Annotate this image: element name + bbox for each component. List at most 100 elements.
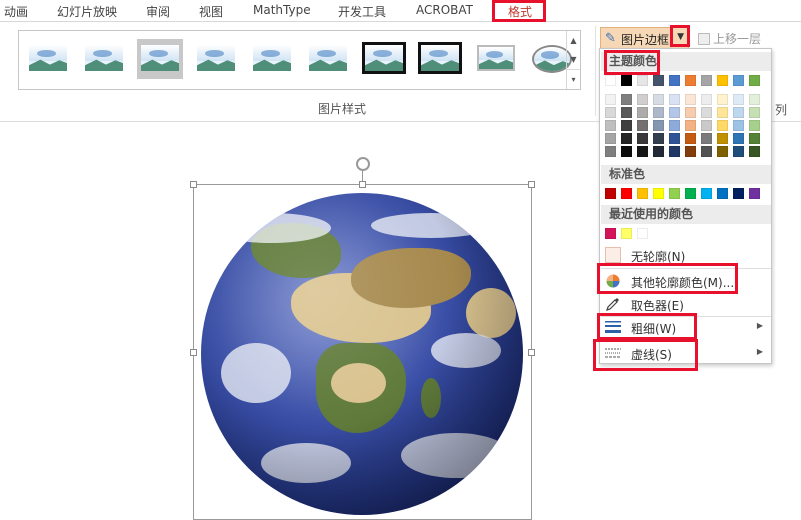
theme-shade-swatch[interactable]: [637, 146, 648, 157]
tab-slideshow[interactable]: 幻灯片放映: [57, 3, 117, 20]
theme-shade-swatch[interactable]: [605, 94, 616, 105]
theme-color-swatch[interactable]: [621, 75, 632, 86]
gallery-up-icon[interactable]: ▲: [567, 31, 580, 50]
theme-shade-swatch[interactable]: [717, 133, 728, 144]
theme-shade-swatch[interactable]: [669, 146, 680, 157]
theme-shade-swatch[interactable]: [685, 107, 696, 118]
theme-shade-swatch[interactable]: [733, 120, 744, 131]
picture-style-soft-edge[interactable]: [81, 39, 127, 79]
recent-color-swatch[interactable]: [621, 228, 632, 239]
theme-shade-swatch[interactable]: [749, 107, 760, 118]
recent-color-swatch[interactable]: [605, 228, 616, 239]
theme-shade-swatch[interactable]: [685, 94, 696, 105]
bring-forward-button[interactable]: 上移一层: [698, 30, 761, 47]
theme-shade-swatch[interactable]: [621, 146, 632, 157]
tab-animations[interactable]: 动画: [4, 3, 28, 20]
theme-shade-swatch[interactable]: [637, 133, 648, 144]
tab-mathtype[interactable]: MathType: [253, 3, 311, 17]
theme-shade-swatch[interactable]: [733, 133, 744, 144]
theme-color-swatch[interactable]: [605, 75, 616, 86]
theme-shade-swatch[interactable]: [637, 107, 648, 118]
theme-color-swatch[interactable]: [685, 75, 696, 86]
theme-shade-swatch[interactable]: [701, 120, 712, 131]
theme-shade-swatch[interactable]: [653, 120, 664, 131]
theme-color-swatch[interactable]: [701, 75, 712, 86]
theme-shade-swatch[interactable]: [653, 107, 664, 118]
standard-color-swatch[interactable]: [669, 188, 680, 199]
earth-globe-image[interactable]: [201, 193, 523, 515]
picture-style-reflected[interactable]: [193, 39, 239, 79]
standard-color-swatch[interactable]: [637, 188, 648, 199]
resize-handle-left[interactable]: [190, 349, 197, 356]
picture-style-reflected-rounded[interactable]: [249, 39, 295, 79]
theme-shade-swatch[interactable]: [701, 146, 712, 157]
theme-shade-swatch[interactable]: [637, 120, 648, 131]
standard-color-swatch[interactable]: [717, 188, 728, 199]
picture-style-black-matte[interactable]: [417, 39, 463, 79]
theme-shade-swatch[interactable]: [669, 133, 680, 144]
theme-shade-swatch[interactable]: [717, 120, 728, 131]
standard-color-swatch[interactable]: [653, 188, 664, 199]
resize-handle-right[interactable]: [528, 349, 535, 356]
tab-view[interactable]: 视图: [199, 3, 223, 20]
eyedropper-item[interactable]: 取色器(E): [601, 294, 771, 314]
picture-style-drop-shadow[interactable]: [137, 39, 183, 79]
gallery-more-icon[interactable]: ▾: [567, 69, 580, 88]
theme-shade-swatch[interactable]: [605, 107, 616, 118]
theme-color-swatch[interactable]: [653, 75, 664, 86]
standard-color-swatch[interactable]: [733, 188, 744, 199]
theme-shade-swatch[interactable]: [701, 94, 712, 105]
tab-developer[interactable]: 开发工具: [338, 3, 386, 20]
theme-shade-swatch[interactable]: [701, 107, 712, 118]
theme-shade-swatch[interactable]: [621, 107, 632, 118]
theme-color-swatch[interactable]: [669, 75, 680, 86]
theme-shade-swatch[interactable]: [653, 94, 664, 105]
picture-style-thick-black-frame[interactable]: [361, 39, 407, 79]
theme-shade-swatch[interactable]: [653, 133, 664, 144]
picture-style-simple-frame[interactable]: [25, 39, 71, 79]
theme-shade-swatch[interactable]: [685, 133, 696, 144]
standard-color-swatch[interactable]: [701, 188, 712, 199]
theme-shade-swatch[interactable]: [685, 146, 696, 157]
theme-shade-swatch[interactable]: [749, 94, 760, 105]
no-outline-item[interactable]: 无轮廓(N): [601, 245, 771, 265]
theme-color-swatch[interactable]: [749, 75, 760, 86]
standard-color-swatch[interactable]: [685, 188, 696, 199]
theme-shade-swatch[interactable]: [605, 120, 616, 131]
theme-shade-swatch[interactable]: [717, 94, 728, 105]
theme-shade-swatch[interactable]: [733, 94, 744, 105]
theme-shade-swatch[interactable]: [621, 120, 632, 131]
theme-shade-swatch[interactable]: [669, 120, 680, 131]
picture-style-soft-reflected[interactable]: [305, 39, 351, 79]
standard-color-swatch[interactable]: [749, 188, 760, 199]
rotate-handle-icon[interactable]: [356, 157, 370, 171]
resize-handle-top[interactable]: [359, 181, 366, 188]
theme-shade-swatch[interactable]: [653, 146, 664, 157]
gallery-down-icon[interactable]: ▼: [567, 50, 580, 69]
resize-handle-top-left[interactable]: [190, 181, 197, 188]
picture-style-bevel-frame[interactable]: [473, 39, 519, 79]
theme-color-swatch[interactable]: [733, 75, 744, 86]
theme-shade-swatch[interactable]: [669, 94, 680, 105]
theme-shade-swatch[interactable]: [749, 120, 760, 131]
theme-shade-swatch[interactable]: [701, 133, 712, 144]
theme-shade-swatch[interactable]: [685, 120, 696, 131]
recent-color-swatch[interactable]: [637, 228, 648, 239]
resize-handle-top-right[interactable]: [528, 181, 535, 188]
theme-color-swatch[interactable]: [717, 75, 728, 86]
theme-shade-swatch[interactable]: [733, 146, 744, 157]
theme-color-swatch[interactable]: [637, 75, 648, 86]
theme-shade-swatch[interactable]: [605, 146, 616, 157]
standard-color-swatch[interactable]: [621, 188, 632, 199]
theme-shade-swatch[interactable]: [717, 107, 728, 118]
theme-shade-swatch[interactable]: [621, 133, 632, 144]
tab-review[interactable]: 审阅: [146, 3, 170, 20]
theme-shade-swatch[interactable]: [717, 146, 728, 157]
theme-shade-swatch[interactable]: [621, 94, 632, 105]
theme-shade-swatch[interactable]: [669, 107, 680, 118]
theme-shade-swatch[interactable]: [733, 107, 744, 118]
standard-color-swatch[interactable]: [605, 188, 616, 199]
theme-shade-swatch[interactable]: [605, 133, 616, 144]
theme-shade-swatch[interactable]: [637, 94, 648, 105]
theme-shade-swatch[interactable]: [749, 133, 760, 144]
